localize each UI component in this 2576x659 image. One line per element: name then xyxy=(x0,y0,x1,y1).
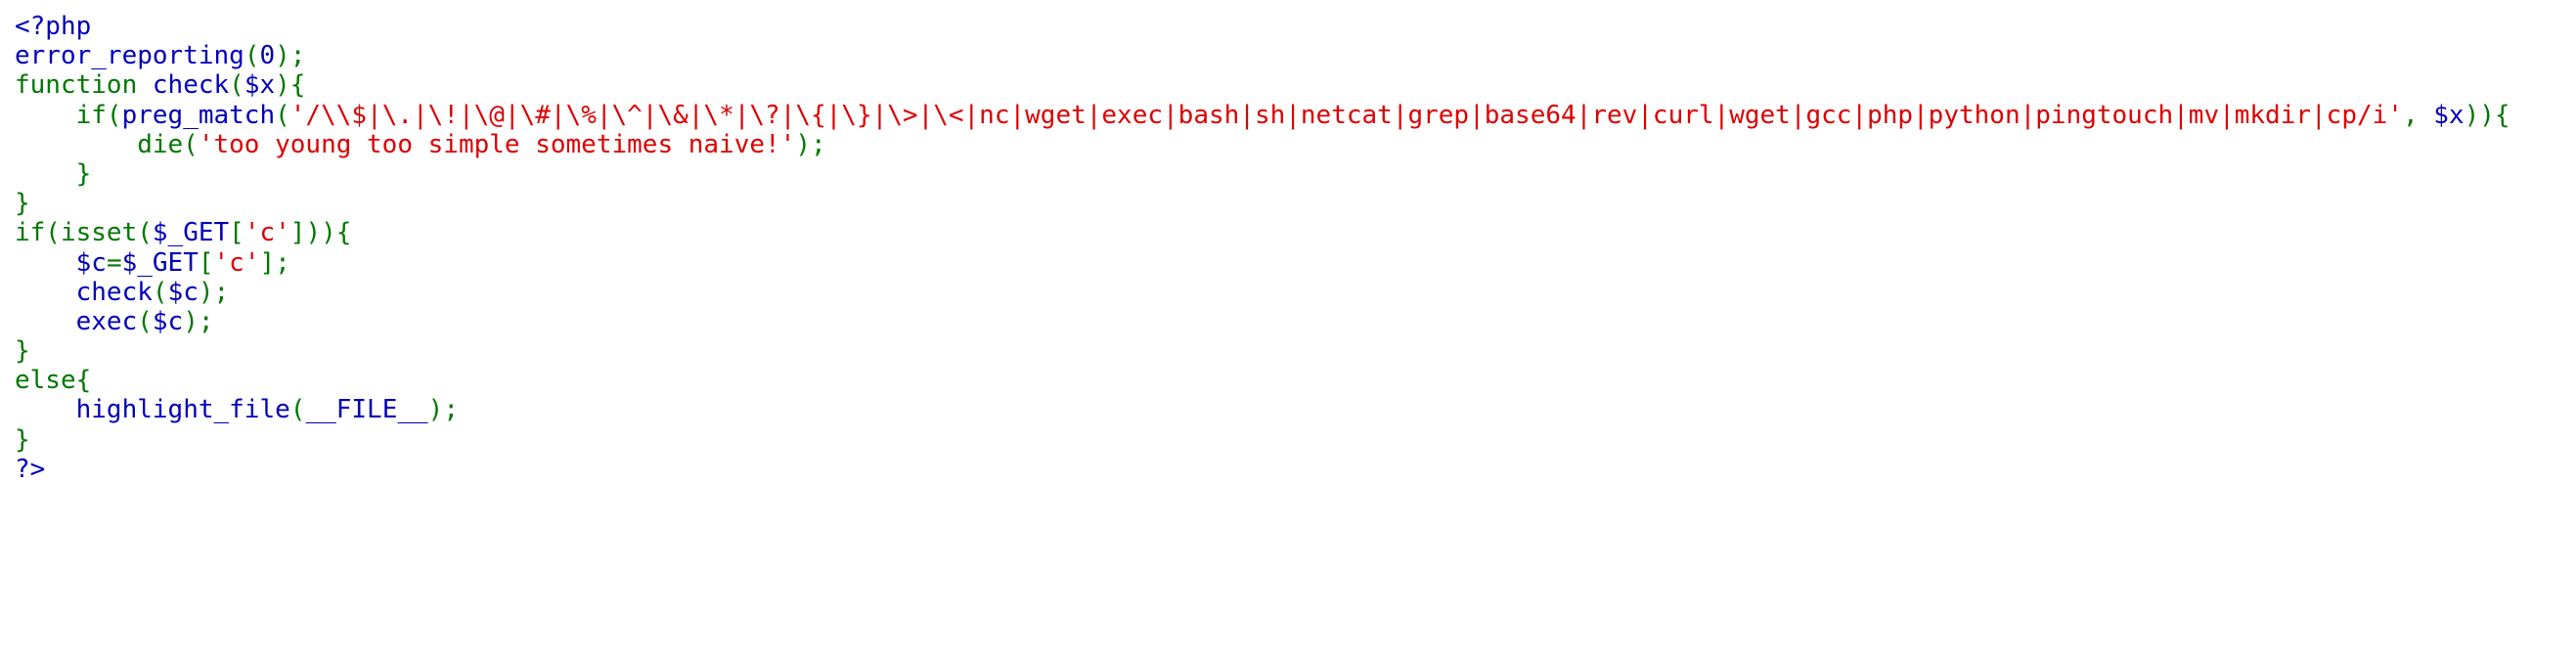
code-token-default: check xyxy=(152,70,230,101)
code-token-keyword: } xyxy=(15,336,30,367)
code-token-keyword: [ xyxy=(229,218,244,248)
code-line: function check($x){ xyxy=(15,70,2510,100)
code-token-keyword xyxy=(15,307,76,336)
code-token-default: preg_match xyxy=(121,100,276,130)
code-token-string: '/\\$|\.|\!|\@|\#|\%|\^|\&|\*|\?|\{|\}|\… xyxy=(289,100,2403,130)
code-token-default: $_GET xyxy=(152,218,230,248)
code-token-keyword: die( xyxy=(15,129,199,159)
code-line: exec($c); xyxy=(15,307,2510,336)
code-line: } xyxy=(15,425,2510,455)
code-token-keyword: ( xyxy=(289,395,306,425)
code-token-default: $c xyxy=(167,277,199,307)
code-token-keyword: , xyxy=(2402,100,2434,130)
code-token-keyword: ])){ xyxy=(289,218,352,248)
code-token-keyword: = xyxy=(106,247,122,278)
code-token-default: $c xyxy=(75,247,107,278)
code-token-keyword: ); xyxy=(198,277,230,307)
code-line: die('too young too simple sometimes naiv… xyxy=(15,130,2510,159)
code-token-default: $_GET xyxy=(121,247,199,278)
code-token-keyword: ( xyxy=(137,306,153,336)
code-token-default: $x xyxy=(244,70,276,101)
code-line: $c=$_GET['c']; xyxy=(15,248,2510,278)
code-token-default: exec xyxy=(75,306,138,336)
code-token-keyword: ){ xyxy=(275,70,306,101)
code-line: } xyxy=(15,189,2510,218)
code-token-keyword: ( xyxy=(275,100,290,130)
code-token-string: 'c' xyxy=(244,218,290,248)
code-token-default: 0 xyxy=(259,41,276,71)
code-line: } xyxy=(15,336,2510,366)
code-token-default: ?> xyxy=(15,454,46,484)
code-token-default: error_reporting xyxy=(15,41,244,71)
code-token-keyword: } xyxy=(15,189,30,219)
code-line: highlight_file(__FILE__); xyxy=(15,395,2510,424)
code-token-string: 'c' xyxy=(213,247,260,278)
code-token-keyword: ); xyxy=(275,41,306,71)
code-token-keyword: if( xyxy=(15,100,122,130)
code-token-default: highlight_file xyxy=(75,395,290,425)
code-token-default: $x xyxy=(2433,100,2465,130)
code-token-keyword: )){ xyxy=(2464,100,2510,130)
code-token-default: __FILE__ xyxy=(305,395,428,425)
code-token-keyword: ]; xyxy=(259,247,290,278)
code-line: if(isset($_GET['c'])){ xyxy=(15,218,2510,247)
code-line: } xyxy=(15,159,2510,189)
code-token-keyword xyxy=(15,278,76,307)
code-line: if(preg_match('/\\$|\.|\!|\@|\#|\%|\^|\&… xyxy=(15,101,2510,130)
code-token-keyword: function xyxy=(15,70,153,101)
code-token-keyword: } xyxy=(15,424,30,455)
code-token-default: <?php xyxy=(15,12,92,41)
code-token-keyword: ( xyxy=(229,70,244,101)
code-line: check($c); xyxy=(15,278,2510,307)
code-token-keyword xyxy=(15,395,76,424)
code-token-keyword: ); xyxy=(427,395,459,425)
code-token-keyword xyxy=(15,248,76,278)
code-token-keyword: if(isset( xyxy=(15,218,153,248)
code-token-keyword: ); xyxy=(183,306,214,336)
code-token-keyword: [ xyxy=(198,247,214,278)
code-token-keyword: ( xyxy=(152,277,168,307)
code-token-string: 'too young too simple sometimes naive!' xyxy=(198,129,796,159)
code-line: ?> xyxy=(15,455,2510,484)
code-line: <?php xyxy=(15,12,2510,41)
code-token-keyword: ); xyxy=(795,129,826,159)
php-source-code: <?php error_reporting(0); function check($… xyxy=(15,12,2510,484)
code-line: else{ xyxy=(15,366,2510,395)
code-token-keyword: ( xyxy=(244,41,260,71)
code-token-keyword: else{ xyxy=(15,366,92,396)
code-token-default: check xyxy=(75,277,153,307)
code-line: error_reporting(0); xyxy=(15,41,2510,70)
code-token-default: $c xyxy=(152,306,184,336)
code-token-keyword: } xyxy=(15,158,92,189)
